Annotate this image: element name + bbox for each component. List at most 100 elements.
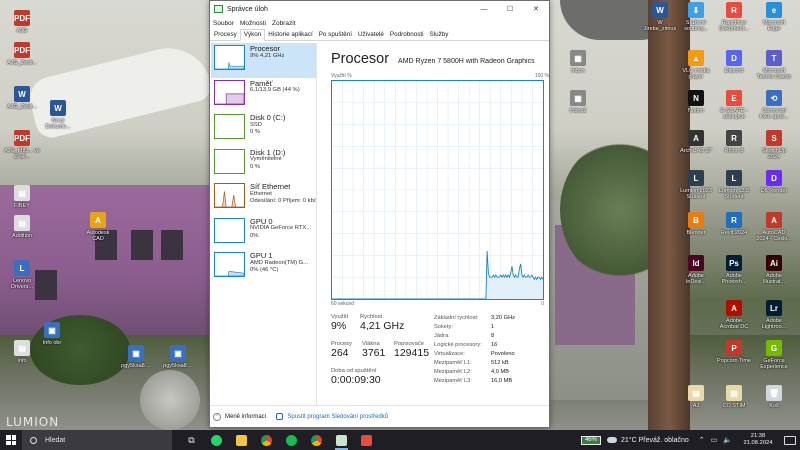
close-button[interactable]: ✕: [523, 1, 549, 17]
task-manager-taskbar-icon[interactable]: [329, 430, 354, 450]
desktop-icon[interactable]: P Popcorn Time: [716, 340, 752, 364]
desktop-icon[interactable]: ▤ CO STIM: [716, 385, 752, 409]
desktop-icon[interactable]: R Rhino 8: [716, 130, 752, 154]
desktop-icon[interactable]: ▣ Info obr: [34, 322, 70, 346]
desktop-icon[interactable]: A Autodesk CAD: [80, 212, 116, 242]
menu-options[interactable]: Možnosti: [240, 20, 266, 27]
desktop-icon[interactable]: ▲ VLC media player: [678, 50, 714, 80]
desktop-icon[interactable]: ⟲ Obnovení Kelo zpuš...: [756, 90, 792, 120]
desktop-icon[interactable]: Ps Adobe Photosh...: [716, 255, 752, 285]
fewer-details-link[interactable]: Méně informací: [225, 414, 266, 420]
desktop-icon[interactable]: D Discord: [716, 50, 752, 74]
desktop-icon[interactable]: W AJG_Zesli...: [4, 86, 40, 110]
resource-item-1[interactable]: Paměť 6,1/13,9 GB (44 %): [211, 78, 316, 113]
weather-widget[interactable]: 21°C Převáž. oblačno: [606, 437, 689, 444]
app-icon: A: [90, 212, 106, 228]
desktop-icon[interactable]: ▤ AJ: [678, 385, 714, 409]
desktop-icon-label: AJG: [16, 28, 28, 34]
chrome-profile-icon[interactable]: [304, 430, 329, 450]
desktop-icon[interactable]: ▤ FIBEY: [4, 185, 40, 209]
desktop-icon[interactable]: ⬇ Stažené soubory...: [678, 2, 714, 32]
desktop-icon-label: Popcorn Time: [717, 358, 751, 364]
desktop-icon-label: Adobe Lightroo...: [761, 318, 787, 330]
resource-item-2[interactable]: Disk 0 (C:) SSD 0 %: [211, 112, 316, 147]
notification-icon[interactable]: [784, 435, 796, 445]
app-icon: T: [766, 50, 782, 66]
app-taskbar-icon[interactable]: [354, 430, 379, 450]
desktop-icon[interactable]: ▣ pgy5ksa8 ...: [118, 345, 154, 369]
desktop-icon[interactable]: T Microsoft Teams classic: [756, 50, 792, 80]
desktop-icon[interactable]: PDF AJG_MIU... ve Zesli...: [4, 130, 40, 160]
desktop-icon[interactable]: ▦ Inbox: [560, 50, 596, 74]
resource-item-4[interactable]: Síť Ethernet Ethernet Odesílání: 0 Příjem:…: [211, 181, 316, 216]
desktop-icon-label: VLC media player: [682, 68, 710, 80]
tab-services[interactable]: Služby: [427, 31, 452, 40]
desktop-icon[interactable]: A ArchiCAD 27: [678, 130, 714, 154]
desktop-icon-label: AutoCAD 2024 - Ceski...: [756, 230, 792, 242]
tab-users[interactable]: Uživatelé: [355, 31, 387, 40]
menu-view[interactable]: Zobrazit: [272, 20, 295, 27]
desktop-icon[interactable]: PDF AJG_Zesli...: [4, 42, 40, 66]
menu-file[interactable]: Soubor: [213, 20, 234, 27]
task-manager-window[interactable]: Správce úloh — ☐ ✕ Soubor Možnosti Zobra…: [209, 0, 550, 428]
volume-icon[interactable]: 🔈: [723, 436, 732, 444]
title-bar[interactable]: Správce úloh — ☐ ✕: [210, 1, 549, 17]
chevron-up-icon[interactable]: ⌃: [213, 412, 221, 421]
resource-monitor-link[interactable]: Spustit program Sledování prostředků: [287, 414, 388, 420]
desktop-icon[interactable]: Lr Adobe Lightroo...: [756, 300, 792, 330]
spec-value: Povoleno: [491, 351, 515, 357]
desktop-icon[interactable]: PDF AJG: [4, 10, 40, 34]
desktop-icon-label: Addition: [12, 233, 32, 239]
spotify-icon[interactable]: [279, 430, 304, 450]
resource-thumbnail: [214, 45, 245, 70]
minimize-button[interactable]: —: [471, 1, 497, 17]
start-button[interactable]: [0, 430, 22, 450]
taskbar-apps: ⧉: [179, 430, 379, 450]
resource-item-6[interactable]: GPU 1 AMD Radeon(TM) G... 0% (46 °C): [211, 250, 316, 285]
app-icon: ▤: [726, 385, 742, 401]
desktop-icon[interactable]: E E-SCAPE - zástupce: [716, 90, 752, 120]
desktop-icon[interactable]: L Lenovo Drivers...: [4, 260, 40, 290]
maximize-button[interactable]: ☐: [497, 1, 523, 17]
tab-processes[interactable]: Procesy: [211, 31, 240, 40]
desktop-icon[interactable]: N Notion: [678, 90, 714, 114]
desktop-icon[interactable]: A AutoCAD 2024 - Ceski...: [756, 212, 792, 242]
chrome-icon[interactable]: [254, 430, 279, 450]
desktop-icon[interactable]: Id Adobe InDesi...: [678, 255, 714, 285]
desktop-icon[interactable]: Ai Adobe Illustrat...: [756, 255, 792, 285]
spec-value: 1: [491, 324, 495, 331]
file-explorer-icon[interactable]: [229, 430, 254, 450]
desktop-icon[interactable]: L Lumion 12.5 Student: [716, 170, 752, 200]
spec-key: Mezipaměť L1:: [434, 359, 472, 366]
network-icon[interactable]: ▭: [711, 436, 718, 444]
resource-item-5[interactable]: GPU 0 NVIDIA GeForce RTX... 0%: [211, 216, 316, 251]
whatsapp-icon[interactable]: [204, 430, 229, 450]
desktop-icon[interactable]: S SketchUp 2024: [756, 130, 792, 160]
desktop-icon[interactable]: W Nový Dokume...: [40, 100, 76, 130]
desktop-icon[interactable]: A Adobe Acrobat DC: [716, 300, 752, 330]
desktop-icon[interactable]: ▦ Inbox2: [560, 90, 596, 114]
tab-performance[interactable]: Výkon: [239, 29, 266, 41]
resource-item-0[interactable]: Procesor 9% 4,21 GHz: [211, 43, 316, 78]
desktop-icon[interactable]: ▤ Addition: [4, 215, 40, 239]
tab-details[interactable]: Podrobnosti: [387, 31, 427, 40]
desktop-icon[interactable]: ▣ pgy5ksa8 ...: [160, 345, 196, 369]
battery-indicator[interactable]: 46%: [580, 435, 601, 445]
chevron-up-tray-icon[interactable]: ⌃: [699, 436, 705, 444]
desktop-icon[interactable]: L Lumion 2023 Student: [678, 170, 714, 200]
desktop-icon[interactable]: B Blender: [678, 212, 714, 236]
desktop-icon[interactable]: 🗑 Koš: [756, 385, 792, 409]
desktop-icon[interactable]: R Revit 2024: [716, 212, 752, 236]
resource-sub1: SSD: [250, 121, 262, 128]
desktop-icon[interactable]: e Microsoft Edge: [756, 2, 792, 32]
tab-startup[interactable]: Po spuštění: [316, 31, 355, 40]
tab-app-history[interactable]: Historie aplikací: [265, 31, 315, 40]
task-view-icon[interactable]: ⧉: [179, 430, 204, 450]
desktop-icon[interactable]: G GeForce Experience: [756, 340, 792, 370]
desktop-icon[interactable]: R Rapidflow Dokument...: [716, 2, 752, 32]
desktop-icon[interactable]: D D5 Render: [756, 170, 792, 194]
taskbar-search[interactable]: Hledat: [22, 430, 172, 450]
desktop-icon[interactable]: W W Jirebe_zimus: [642, 2, 678, 32]
resource-item-3[interactable]: Disk 1 (D:) Vyměnitelné 0 %: [211, 147, 316, 182]
clock[interactable]: 21:38 21.08.2024: [738, 433, 778, 447]
